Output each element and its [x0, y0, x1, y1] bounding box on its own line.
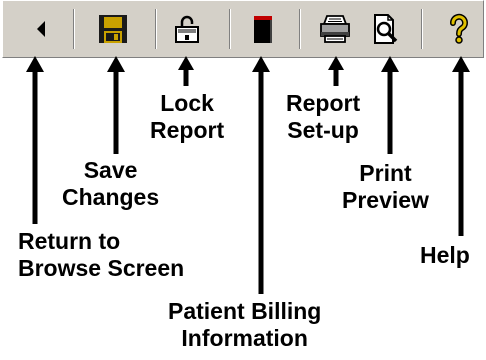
arrow-help-head	[452, 56, 470, 72]
save-changes-line2: Changes	[62, 184, 160, 210]
save-changes-label: Save Changes	[62, 157, 159, 211]
arrow-billing-head	[252, 56, 270, 72]
arrow-lock-head	[178, 56, 194, 70]
print-preview-line1: Print	[359, 160, 412, 186]
print-preview-label: Print Preview	[342, 160, 429, 214]
return-browse-line2: Browse Screen	[18, 255, 185, 281]
lock-report-label: Lock Report	[150, 90, 224, 144]
report-setup-line1: Report	[286, 90, 361, 116]
arrow-save-head	[107, 56, 125, 72]
patient-billing-line2: Information	[181, 325, 308, 351]
report-setup-label: Report Set-up	[286, 90, 360, 144]
toolbar-diagram: Lock Report Report Set-up Save Changes P…	[0, 0, 486, 360]
arrow-preview-head	[381, 56, 399, 72]
report-setup-line2: Set-up	[287, 117, 359, 143]
print-preview-line2: Preview	[342, 187, 429, 213]
arrow-setup-head	[328, 56, 344, 70]
return-browse-line1: Return to	[18, 228, 121, 254]
lock-report-line1: Lock	[160, 90, 214, 116]
help-line1: Help	[420, 242, 470, 268]
lock-report-line2: Report	[150, 117, 225, 143]
help-label: Help	[420, 242, 470, 269]
patient-billing-label: Patient Billing Information	[168, 298, 321, 352]
patient-billing-line1: Patient Billing	[168, 298, 322, 324]
arrow-return-head	[26, 56, 44, 72]
return-browse-label: Return to Browse Screen	[18, 228, 184, 282]
save-changes-line1: Save	[83, 157, 138, 183]
